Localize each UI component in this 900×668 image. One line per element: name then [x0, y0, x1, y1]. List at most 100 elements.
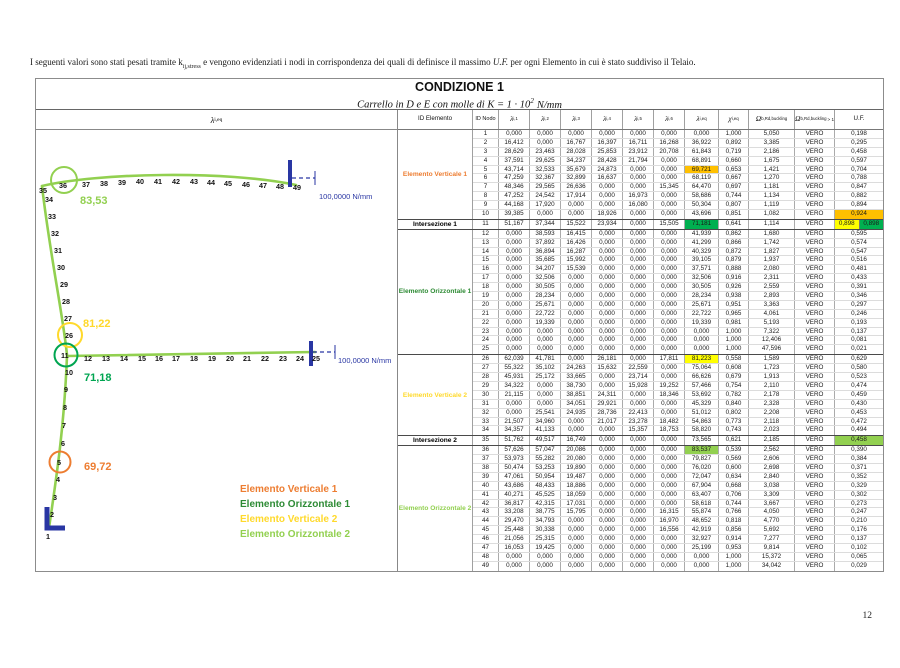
value-cell: 0,472	[835, 418, 883, 426]
value-cell: 24,873	[592, 166, 623, 174]
node-id-cell: 47	[473, 544, 499, 552]
value-cell: VERO	[795, 310, 835, 318]
col-header: λi,3	[561, 110, 592, 129]
value-cell: 0,704	[835, 166, 883, 174]
value-cell: 0,029	[835, 562, 883, 571]
value-cell: 2,185	[749, 436, 795, 445]
col-header: ID Elemento	[398, 110, 473, 129]
value-cell: 42,919	[685, 526, 719, 534]
top-beam-line	[42, 175, 296, 186]
value-cell: 0,000	[592, 283, 623, 291]
value-cell: VERO	[795, 336, 835, 344]
value-cell: VERO	[795, 418, 835, 426]
value-cell: 0,697	[719, 183, 749, 191]
value-cell: 0,924	[835, 210, 883, 219]
value-cell: 7,277	[749, 535, 795, 543]
value-cell: 0,302	[835, 491, 883, 499]
value-cell: 25,199	[685, 544, 719, 552]
node-label: 23	[279, 354, 287, 363]
value-cell: 0,000	[623, 345, 654, 354]
value-cell: 32,533	[530, 166, 561, 174]
value-cell: 29,921	[592, 400, 623, 408]
value-cell: 15,632	[592, 364, 623, 372]
table-row: 4621,05625,3150,0000,0000,0000,00032,927…	[473, 535, 883, 544]
value-cell: 0,000	[623, 210, 654, 219]
value-cell: 1,742	[749, 239, 795, 247]
value-cell: VERO	[795, 517, 835, 525]
value-cell: 5,193	[749, 319, 795, 327]
table-row: 10,0000,0000,0000,0000,0000,0000,0001,00…	[473, 130, 883, 139]
value-cell: 0,569	[719, 455, 749, 463]
value-cell: 0,000	[530, 210, 561, 219]
col-header: λi,4	[592, 110, 623, 129]
node-id-cell: 3	[473, 148, 499, 156]
table-row: 120,00038,59316,4150,0000,0000,00041,939…	[473, 230, 883, 239]
value-cell: 12,406	[749, 336, 795, 344]
value-cell: 0,000	[654, 328, 685, 336]
node-label: 14	[120, 354, 128, 363]
value-cell: 72,047	[685, 473, 719, 481]
value-cell: 0,000	[654, 301, 685, 309]
value-cell: 25,172	[530, 373, 561, 381]
value-cell: 0,000	[499, 248, 530, 256]
value-cell: 51,012	[685, 409, 719, 417]
table-row: 3321,50734,9600,00021,01723,27818,48254,…	[473, 418, 883, 427]
value-cell: VERO	[795, 436, 835, 445]
value-cell: 37,892	[530, 239, 561, 247]
table-row: 3551,76249,51716,7490,0000,0000,00073,56…	[473, 436, 883, 445]
value-cell: 1,000	[719, 328, 749, 336]
value-cell: 3,038	[749, 482, 795, 490]
value-cell: 16,711	[623, 139, 654, 147]
col-header: ID Nodo	[473, 110, 499, 129]
value-cell: 0,458	[835, 436, 883, 445]
node-id-cell: 21	[473, 310, 499, 318]
value-cell: 0,000	[654, 239, 685, 247]
node-label: 3	[53, 493, 57, 502]
table-row: 3947,06150,95419,4870,0000,0000,00072,04…	[473, 473, 883, 482]
value-cell: 1,421	[749, 166, 795, 174]
element-legend: Elemento Verticale 1Elemento Orizzontale…	[240, 482, 350, 542]
table-row: 180,00030,5050,0000,0000,0000,00030,5050…	[473, 283, 883, 292]
value-cell: 0,000	[623, 355, 654, 363]
value-cell: 26,636	[561, 183, 592, 191]
node-label: 1	[46, 532, 50, 541]
frame-diagram: 100,0000 N/mm 100,0000 N/mm 353637383940…	[36, 130, 397, 571]
value-cell: 0,000	[654, 364, 685, 372]
value-cell: 0,000	[654, 455, 685, 463]
table-row: 3021,1150,00038,85124,3110,00018,34653,6…	[473, 391, 883, 400]
value-cell: 79,827	[685, 455, 719, 463]
value-cell: 0,000	[654, 201, 685, 209]
node-label: 28	[62, 297, 70, 306]
node-id-cell: 17	[473, 274, 499, 282]
value-cell: VERO	[795, 500, 835, 508]
value-cell: 34,793	[530, 517, 561, 525]
value-cell: 0,474	[835, 382, 883, 390]
value-cell: VERO	[795, 319, 835, 327]
value-cell: 37,344	[530, 220, 561, 229]
value-cell: 16,749	[561, 436, 592, 445]
node-id-cell: 45	[473, 526, 499, 534]
node-label: 17	[172, 354, 180, 363]
value-cell: 0,000	[654, 409, 685, 417]
value-cell: VERO	[795, 265, 835, 273]
frame-diagram-column: λi,eq 100,0000 N/mm	[36, 110, 398, 571]
node-label: 19	[208, 354, 216, 363]
page: { "page_number": "12", "intro": { "pre":…	[0, 0, 900, 668]
value-cell: 83,537	[685, 446, 719, 454]
value-cell: 0,000	[623, 166, 654, 174]
table-row: 4236,81742,31517,0310,0000,0000,00058,61…	[473, 500, 883, 509]
value-cell: 18,059	[561, 491, 592, 499]
value-cell: 21,056	[499, 535, 530, 543]
value-cell: 16,315	[654, 508, 685, 516]
element-group: Elemento Verticale 22662,03941,7810,0002…	[398, 354, 883, 435]
value-cell: 0,000	[654, 500, 685, 508]
value-cell: 0,000	[592, 319, 623, 327]
node-label: 7	[62, 421, 66, 430]
value-cell: VERO	[795, 256, 835, 264]
element-group: Elemento Orizzontale 1120,00038,59316,41…	[398, 229, 883, 354]
value-cell: 73,565	[685, 436, 719, 445]
node-label: 4	[56, 475, 60, 484]
value-cell: 53,973	[499, 455, 530, 463]
value-cell: 0,000	[623, 310, 654, 318]
value-cell: 25,541	[530, 409, 561, 417]
